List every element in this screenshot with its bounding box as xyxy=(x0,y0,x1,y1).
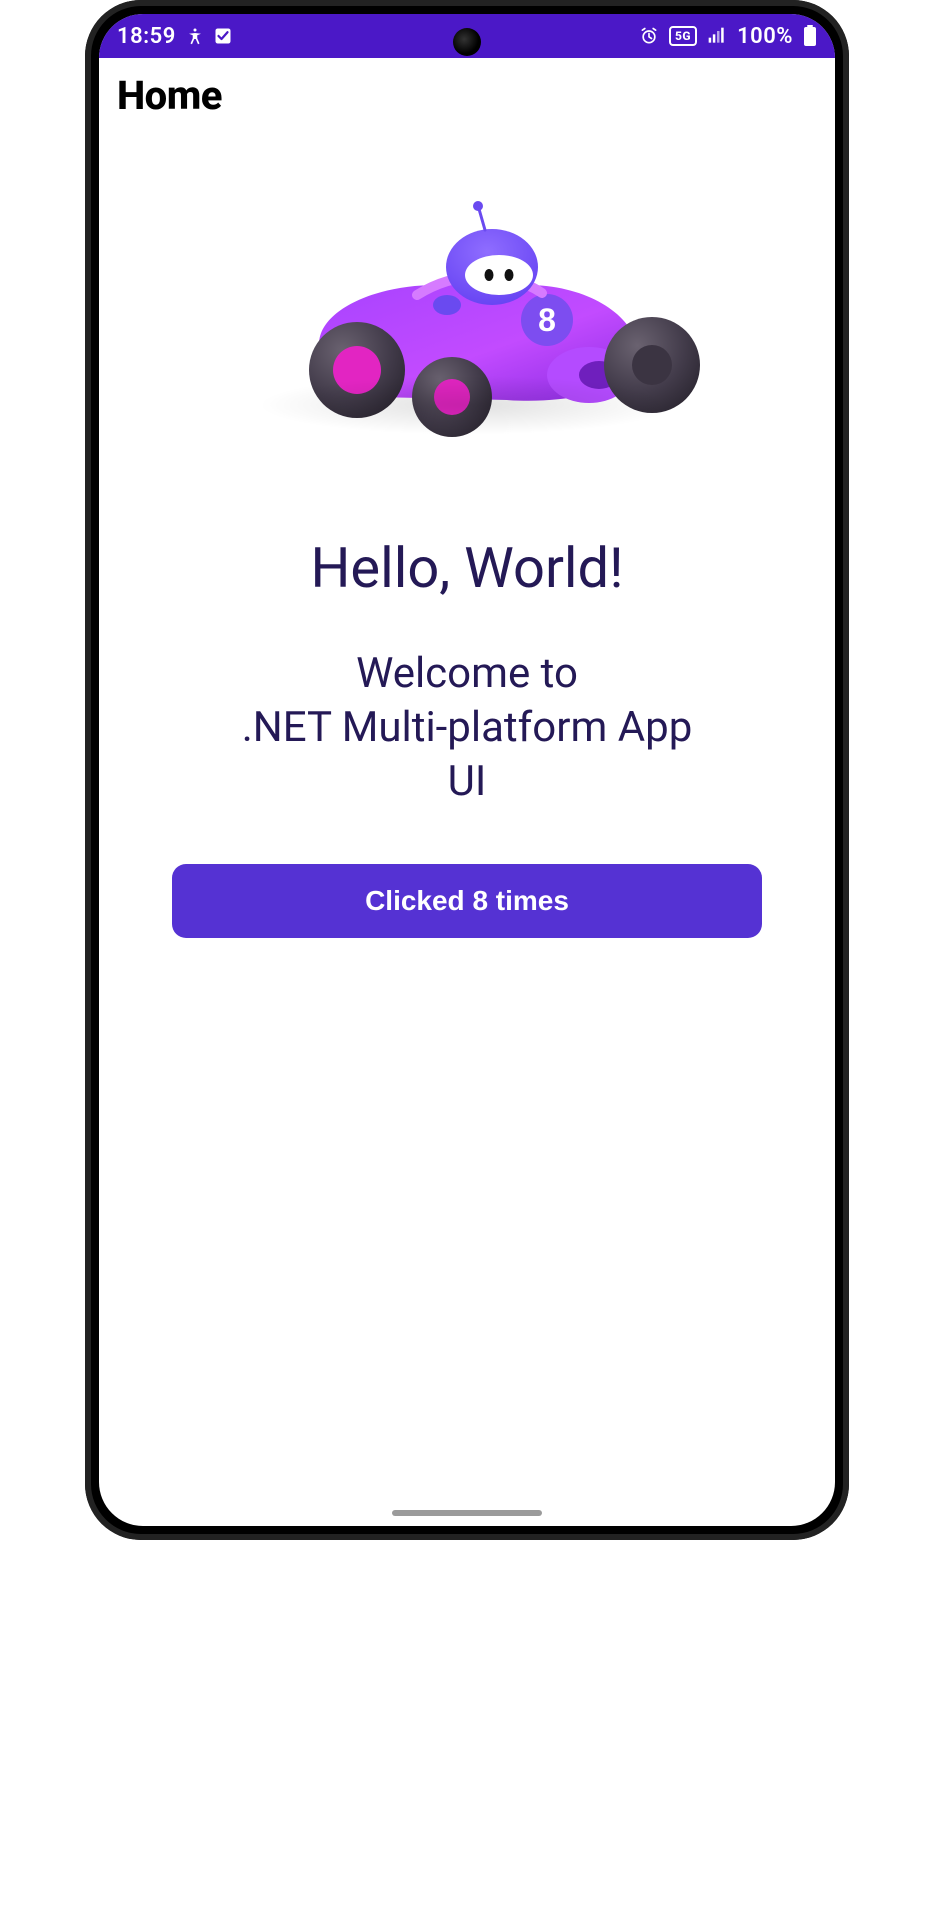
status-right: 5G 100% xyxy=(639,24,817,49)
headline-text: Hello, World! xyxy=(310,535,623,601)
battery-icon xyxy=(803,25,817,47)
subhead-line3: UI xyxy=(448,757,487,806)
gesture-bar-icon xyxy=(392,1510,542,1516)
network-5g-icon: 5G xyxy=(669,26,697,46)
cell-signal-icon xyxy=(707,26,727,46)
battery-percentage: 100% xyxy=(737,24,793,49)
status-time: 18:59 xyxy=(117,24,176,49)
title-bar: Home xyxy=(99,58,835,127)
car-number: 8 xyxy=(538,302,556,338)
camera-hole-icon xyxy=(453,28,481,56)
hero-shadow-icon xyxy=(257,375,677,435)
page-title: Home xyxy=(117,72,817,119)
accessibility-icon xyxy=(186,27,204,45)
main-content: 8 xyxy=(99,127,835,1526)
checkbox-icon xyxy=(214,27,232,45)
hero-image: 8 xyxy=(207,175,727,455)
subhead-line1: Welcome to xyxy=(356,649,578,698)
phone-frame: 18:59 5G 100% xyxy=(85,0,849,1540)
status-left: 18:59 xyxy=(117,24,232,49)
click-counter-button[interactable]: Clicked 8 times xyxy=(172,864,762,938)
subhead-text: Welcome to .NET Multi-platform App UI xyxy=(242,647,693,808)
screen: 18:59 5G 100% xyxy=(99,14,835,1526)
subhead-line2: .NET Multi-platform App xyxy=(242,703,693,752)
alarm-icon xyxy=(639,26,659,46)
